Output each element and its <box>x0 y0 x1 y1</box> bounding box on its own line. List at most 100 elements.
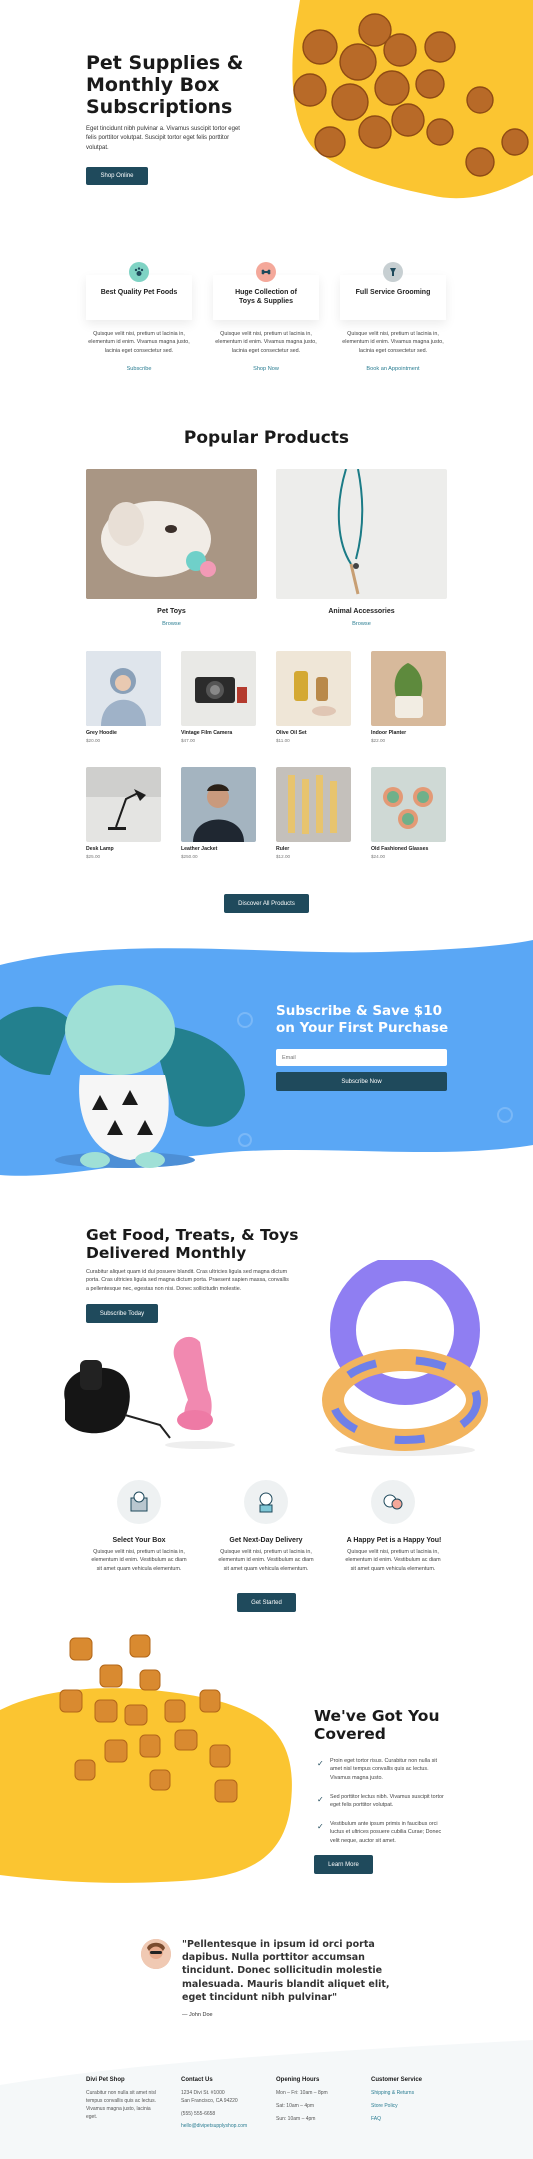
pet-toys-label: Pet Toys <box>157 608 186 615</box>
footer-address-line: San Francisco, CA 94220 <box>181 2098 238 2104</box>
product-name: Ruler <box>276 846 290 852</box>
scissors-icon <box>383 262 403 282</box>
bone-icon <box>256 262 276 282</box>
dog-toys-image <box>64 1336 235 1449</box>
feature-title: Full Service Grooming <box>355 289 431 296</box>
monthly-title: Get Food, Treats, & Toys Delivered Month… <box>86 1226 336 1262</box>
shop-online-button[interactable]: Shop Online <box>86 167 148 185</box>
footer-hours-line: Sun: 10am – 4pm <box>276 2116 316 2122</box>
hero-title-line: Pet Supplies & <box>86 52 244 74</box>
happy-pet-icon <box>371 1480 415 1524</box>
step-title: Get Next-Day Delivery <box>229 1537 303 1544</box>
subscribe-link[interactable]: Subscribe <box>88 366 190 372</box>
covered-item-text: Proin eget tortor risus. Curabitur non n… <box>330 1758 437 1781</box>
subscribe-title-line: on Your First Purchase <box>276 1020 449 1036</box>
shipping-returns-link[interactable]: Shipping & Returns <box>371 2089 414 2099</box>
product-image-ruler[interactable] <box>276 767 351 842</box>
hero-pet-food-image <box>293 13 529 177</box>
avatar <box>141 1939 171 1969</box>
footer-contact-title: Contact Us <box>181 2077 213 2083</box>
animal-accessories-image[interactable] <box>276 469 447 599</box>
box-icon <box>117 1480 161 1524</box>
email-input[interactable] <box>276 1049 447 1066</box>
shop-now-link[interactable]: Shop Now <box>215 366 317 372</box>
product-image-desk-lamp[interactable] <box>86 767 161 842</box>
product-name: Old Fashioned Glasses <box>371 846 429 852</box>
book-appointment-link[interactable]: Book an Appointment <box>342 366 444 372</box>
step-title: Select Your Box <box>112 1537 166 1544</box>
subscribe-now-button[interactable]: Subscribe Now <box>276 1072 447 1091</box>
step-text: Quisque velit nisi, pretium ut lacinia i… <box>91 1549 187 1572</box>
animal-accessories-label: Animal Accessories <box>328 608 395 615</box>
feature-text: Quisque velit nisi, pretium ut lacinia i… <box>215 331 317 354</box>
product-price: $11.00 <box>276 738 290 743</box>
check-icon: ✓ <box>317 1795 324 1804</box>
product-image-glasses[interactable] <box>371 767 446 842</box>
store-policy-link[interactable]: Store Policy <box>371 2102 398 2112</box>
step-text: Quisque velit nisi, pretium ut lacinia i… <box>218 1549 314 1572</box>
product-image-olive-oil[interactable] <box>276 651 351 726</box>
product-name: Vintage Film Camera <box>181 730 233 736</box>
footer-phone: (555) 555-6658 <box>181 2111 216 2117</box>
footer-hours-title: Opening Hours <box>276 2077 320 2083</box>
learn-more-button[interactable]: Learn More <box>314 1855 373 1874</box>
monthly-body: Curabitur aliquet quam id dui posuere bl… <box>86 1269 289 1292</box>
footer-background <box>0 2040 533 2159</box>
subscribe-title-line: Subscribe & Save $10 <box>276 1003 442 1019</box>
step-text: Quisque velit nisi, pretium ut lacinia i… <box>345 1549 441 1572</box>
monthly-title-line: Get Food, Treats, & Toys <box>86 1226 299 1244</box>
monthly-title-line: Delivered Monthly <box>86 1244 247 1262</box>
ring-toy-image <box>322 1260 488 1456</box>
covered-title-line: We've Got You <box>314 1707 440 1725</box>
product-price: $25.00 <box>86 854 101 859</box>
footer-address-line: 1234 Divi St. #1000 <box>181 2090 225 2096</box>
footer-email-link[interactable]: hello@divipetsupplyshop.com <box>181 2122 247 2132</box>
browse-pet-toys-link[interactable]: Browse <box>86 621 257 627</box>
covered-title: We've Got You Covered <box>314 1707 464 1743</box>
discover-all-products-button[interactable]: Discover All Products <box>224 894 309 913</box>
footer-brand-text: Curabitur non nulla sit amet nisl tempus… <box>86 2090 157 2120</box>
footer-brand-title: Divi Pet Shop <box>86 2077 125 2083</box>
check-icon: ✓ <box>317 1759 324 1768</box>
feature-text: Quisque velit nisi, pretium ut lacinia i… <box>342 331 444 354</box>
product-price: $24.00 <box>371 854 386 859</box>
product-image-planter[interactable] <box>371 651 446 726</box>
covered-title-line: Covered <box>314 1725 386 1743</box>
faq-link[interactable]: FAQ <box>371 2115 381 2125</box>
covered-item-text: Sed porttitor lectus nibh. Vivamus susci… <box>330 1794 444 1809</box>
elephant-plush-image <box>0 985 245 1168</box>
delivery-dog-icon <box>244 1480 288 1524</box>
get-started-button[interactable]: Get Started <box>237 1593 296 1612</box>
product-image-leather-jacket[interactable] <box>181 767 256 842</box>
product-price: $250.00 <box>181 854 198 859</box>
popular-products-title: Popular Products <box>183 428 350 448</box>
feature-text: Quisque velit nisi, pretium ut lacinia i… <box>88 331 190 354</box>
hero-title-line: Subscriptions <box>86 96 233 118</box>
testimonial-author: — John Doe <box>182 2012 213 2018</box>
product-price: $20.00 <box>86 738 101 743</box>
product-name: Desk Lamp <box>86 846 114 852</box>
product-name: Leather Jacket <box>181 846 218 852</box>
product-name: Olive Oil Set <box>276 730 307 736</box>
footer-hours-line: Sat: 10am – 4pm <box>276 2103 315 2109</box>
hero-title-line: Monthly Box <box>86 74 220 96</box>
product-price: $22.00 <box>371 738 386 743</box>
feature-title: Best Quality Pet Foods <box>100 289 178 296</box>
browse-accessories-link[interactable]: Browse <box>276 621 447 627</box>
paw-icon <box>129 262 149 282</box>
hero-body: Eget tincidunt nibh pulvinar a. Vivamus … <box>86 126 240 151</box>
pet-toys-image[interactable] <box>86 469 257 599</box>
covered-item-text: Vestibulum ante ipsum primis in faucibus… <box>330 1821 442 1844</box>
testimonial-quote: "Pellentesque in ipsum id orci porta dap… <box>182 1939 390 2003</box>
subscribe-title: Subscribe & Save $10 on Your First Purch… <box>276 1003 476 1037</box>
hero-title: Pet Supplies & Monthly Box Subscriptions <box>86 52 276 118</box>
product-price: $12.00 <box>276 854 291 859</box>
product-name: Grey Hoodie <box>86 730 117 736</box>
step-title: A Happy Pet is a Happy You! <box>346 1537 442 1544</box>
product-name: Indoor Planter <box>371 730 407 736</box>
product-price: $47.00 <box>181 738 196 743</box>
product-image-grey-hoodie[interactable] <box>86 651 161 726</box>
product-image-camera[interactable] <box>181 651 256 726</box>
check-icon: ✓ <box>317 1822 324 1831</box>
footer-hours-line: Mon – Fri: 10am – 8pm <box>276 2090 328 2096</box>
